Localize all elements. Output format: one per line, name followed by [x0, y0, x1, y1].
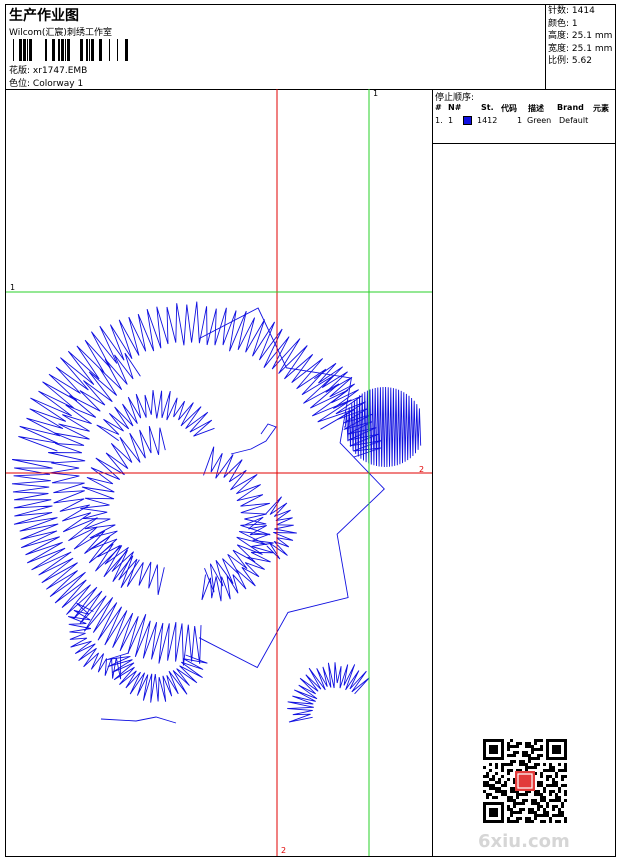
colorway-line: 色位: Colorway 1	[9, 76, 83, 89]
color-swatch-icon	[463, 116, 472, 126]
col-stitches: St.	[481, 103, 494, 112]
design-canvas: 1 1 2 2	[6, 89, 432, 856]
table-divider	[433, 143, 616, 144]
guide-mark-v2: 2	[281, 846, 287, 855]
barcode-icon	[13, 39, 128, 61]
col-brand: Brand	[557, 103, 584, 112]
stat-width: 宽度: 25.1 mm	[548, 43, 613, 54]
stat-scale: 比例: 5.62	[548, 56, 592, 67]
row-index: 1.	[435, 116, 443, 125]
row-needle: 1	[448, 116, 454, 125]
colorway-value: Colorway 1	[32, 79, 84, 89]
stat-stitches: 针数: 1414	[548, 6, 595, 16]
col-description: 描述	[528, 104, 544, 113]
row-description: Green	[527, 116, 552, 125]
production-sheet: 生产作业图 Wilcom(汇宸)刺绣工作室 花版: xr1747.EMB 色位:…	[5, 4, 616, 857]
sheet-title: 生产作业图	[9, 8, 79, 24]
stop-sequence-panel: 停止顺序: # N# St. 代码 描述 Brand 元素 1. 1 1412 …	[432, 89, 616, 856]
design-stats: 针数: 1414 颜色: 1 高度: 25.1 mm 宽度: 25.1 mm 比…	[545, 5, 615, 89]
col-code: 代码	[501, 104, 517, 113]
sheet-header: 生产作业图 Wilcom(汇宸)刺绣工作室 花版: xr1747.EMB 色位:…	[6, 5, 615, 90]
stat-height: 高度: 25.1 mm	[548, 31, 613, 42]
row-code: 1	[517, 116, 523, 125]
studio-name: Wilcom(汇宸)刺绣工作室	[9, 28, 112, 38]
stop-sequence-title: 停止顺序:	[435, 93, 475, 103]
row-stitches: 1412	[477, 116, 498, 125]
row-brand: Default	[559, 116, 589, 125]
guide-mark-h2: 2	[419, 465, 425, 474]
design-file-label: 花版:	[9, 66, 31, 76]
watermark: 6xiu.com	[478, 831, 570, 852]
col-needle: N#	[448, 103, 462, 112]
guide-mark-v1: 1	[373, 89, 379, 98]
design-file-line: 花版: xr1747.EMB	[9, 63, 87, 76]
table-row: 1. 1 1412 1 Green Default	[433, 116, 616, 128]
stat-colors: 颜色: 1	[548, 18, 578, 29]
table-header: # N# St. 代码 描述 Brand 元素	[433, 103, 616, 115]
col-index: #	[435, 103, 442, 112]
colorway-label: 色位:	[9, 79, 31, 89]
guide-mark-h1: 1	[10, 283, 16, 292]
design-file-value: xr1747.EMB	[32, 66, 88, 76]
qr-code-icon	[483, 739, 567, 823]
col-element: 元素	[593, 104, 609, 113]
embroidery-preview	[6, 89, 432, 856]
